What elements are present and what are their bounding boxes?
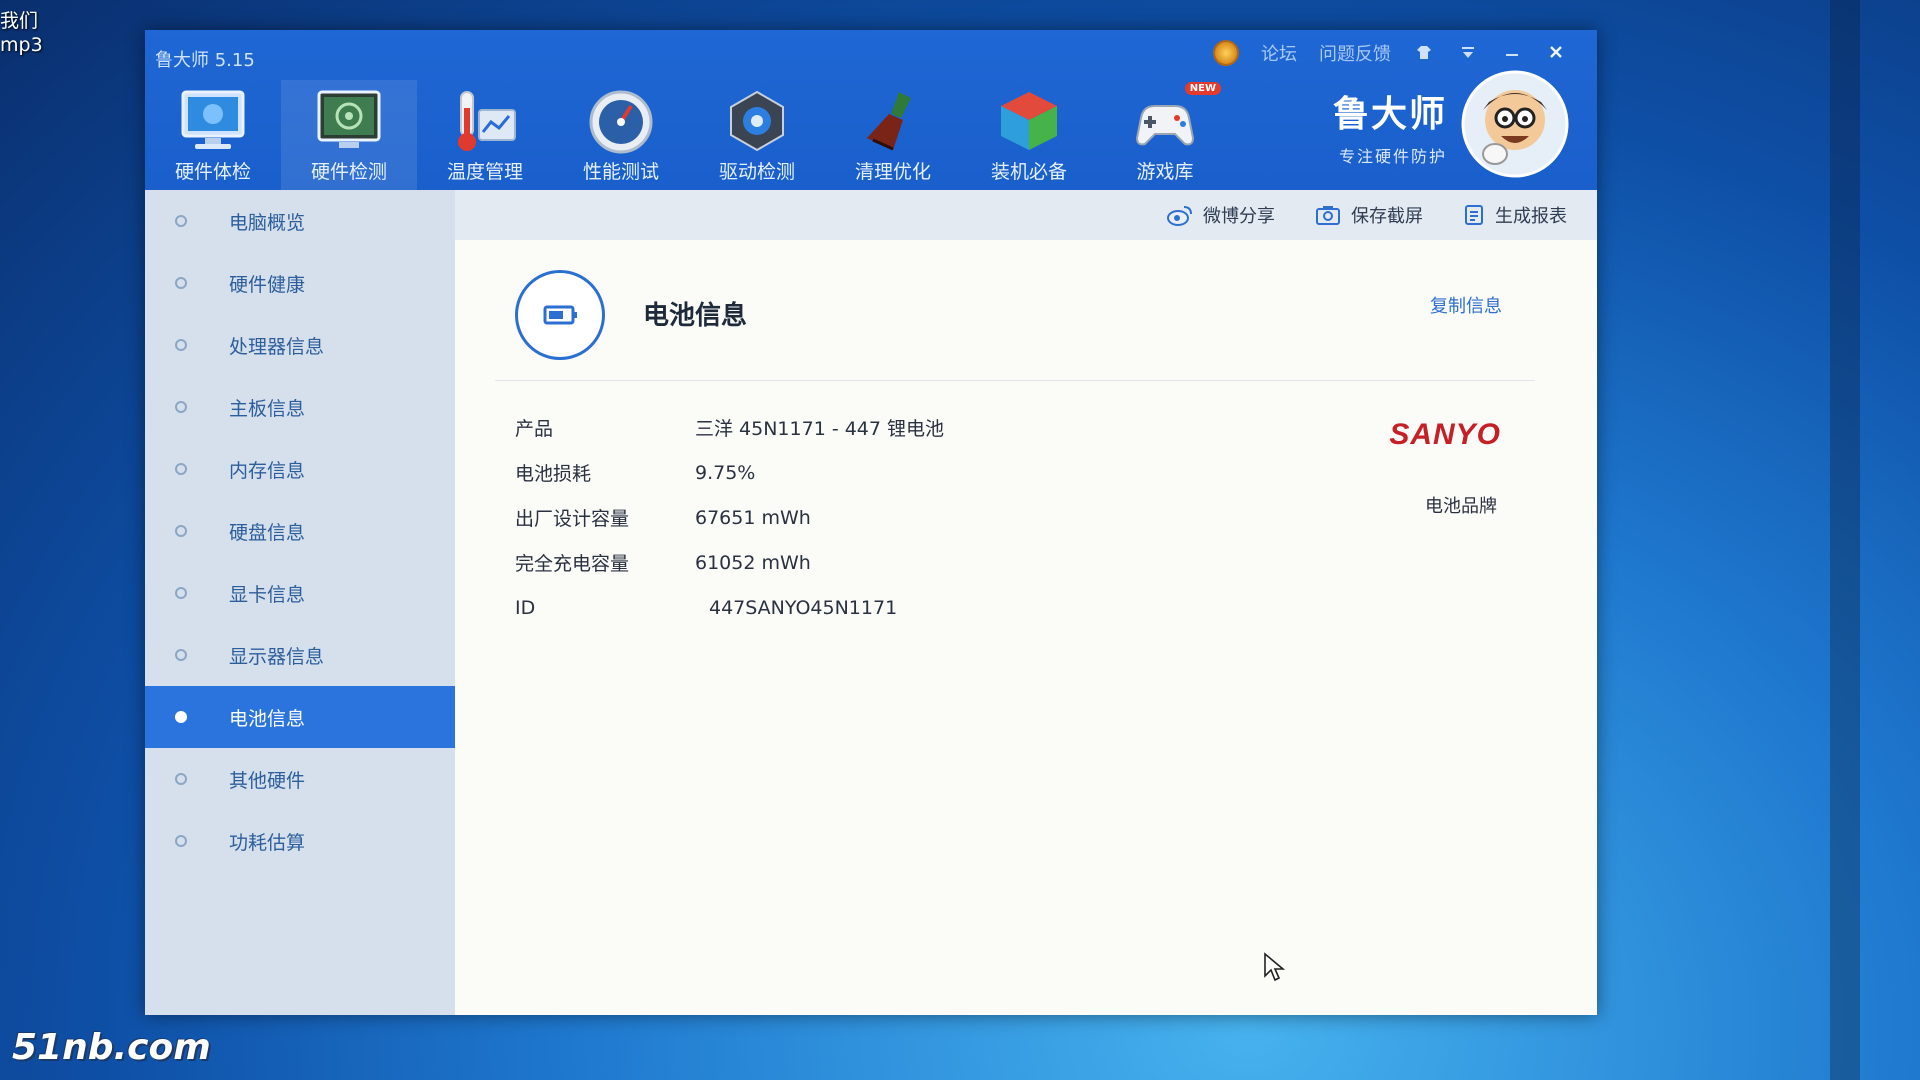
new-badge: NEW	[1184, 82, 1221, 95]
sidebar-item-health[interactable]: 硬件健康	[145, 252, 455, 314]
desktop-label[interactable]: mp3	[0, 34, 43, 56]
bullet-icon	[175, 525, 187, 537]
bullet-icon	[175, 463, 187, 475]
mascot-avatar[interactable]	[1461, 70, 1569, 178]
generate-report-button[interactable]: 生成报表	[1463, 202, 1567, 228]
main-nav: 硬件体检 硬件检测 温度管理 性能测试 驱动检测 清理优化 装机必备 NEW 游…	[145, 80, 1233, 190]
monitor-icon	[181, 90, 245, 149]
title-controls: 论坛 问题反馈	[1213, 36, 1567, 70]
section-title: 电池信息	[643, 301, 748, 331]
info-value: 67651 mWh	[695, 506, 811, 529]
mouse-cursor-icon	[1264, 952, 1285, 982]
info-value: 447SANYO45N1171	[709, 596, 898, 619]
content-toolbar: 微博分享 保存截屏 生成报表	[455, 190, 1597, 240]
info-key: ID	[515, 596, 536, 619]
info-value: 9.75%	[695, 461, 756, 484]
camera-icon	[1316, 206, 1340, 225]
battery-panel: 电池信息 复制信息 产品 三洋 45N1171 - 447 锂电池 电池损耗 9…	[455, 240, 1597, 1015]
bullet-icon	[175, 277, 187, 289]
info-key: 产品	[515, 418, 554, 440]
sidebar-item-memory[interactable]: 内存信息	[145, 438, 455, 500]
nav-clean-optimize[interactable]: 清理优化	[825, 80, 961, 190]
brand-caption: 电池品牌	[1425, 496, 1497, 517]
sidebar-item-other-hardware[interactable]: 其他硬件	[145, 748, 455, 810]
nav-driver-detect[interactable]: 驱动检测	[689, 80, 825, 190]
brand-logo: SANYO	[1389, 418, 1501, 451]
motherboard-icon	[317, 90, 381, 148]
sidebar-item-display[interactable]: 显示器信息	[145, 624, 455, 686]
battery-icon	[515, 270, 605, 360]
copy-info-link[interactable]: 复制信息	[1430, 292, 1502, 318]
nav-hardware-detect[interactable]: 硬件检测	[281, 80, 417, 190]
bullet-icon	[175, 649, 187, 661]
nav-hardware-checkup[interactable]: 硬件体检	[145, 80, 281, 190]
close-icon[interactable]	[1545, 41, 1567, 65]
nav-performance[interactable]: 性能测试	[553, 80, 689, 190]
nav-temperature[interactable]: 温度管理	[417, 80, 553, 190]
bullet-icon	[175, 339, 187, 351]
gamepad-icon	[1135, 105, 1195, 146]
sidebar-item-battery[interactable]: 电池信息	[145, 686, 455, 748]
report-icon	[1465, 205, 1483, 225]
sidebar-item-motherboard[interactable]: 主板信息	[145, 376, 455, 438]
sidebar-item-cpu[interactable]: 处理器信息	[145, 314, 455, 376]
nav-game-library[interactable]: NEW 游戏库	[1097, 80, 1233, 190]
bullet-icon	[175, 773, 187, 785]
divider	[495, 380, 1535, 381]
sidebar: 电脑概览 硬件健康 处理器信息 主板信息 内存信息 硬盘信息 显卡信息 显示器信…	[145, 190, 455, 1015]
feedback-link[interactable]: 问题反馈	[1319, 40, 1391, 66]
battery-info-table: 产品 三洋 45N1171 - 447 锂电池 电池损耗 9.75% 出厂设计容…	[515, 405, 944, 630]
info-row: 产品 三洋 45N1171 - 447 锂电池	[515, 405, 944, 450]
nav-essentials[interactable]: 装机必备	[961, 80, 1097, 190]
desktop-edge	[1830, 0, 1860, 1080]
skin-icon[interactable]	[1413, 41, 1435, 65]
app-window: 鲁大师 5.15 论坛 问题反馈 硬件体检 硬件检测 温度管理 性能测试 驱动检…	[145, 30, 1597, 1015]
bullet-icon	[175, 401, 187, 413]
speedometer-icon	[589, 90, 653, 154]
info-key: 完全充电容量	[515, 553, 630, 575]
info-row: 出厂设计容量 67651 mWh	[515, 495, 944, 540]
brand-name: 鲁大师	[1332, 94, 1447, 135]
desktop-label[interactable]: 我们	[0, 6, 38, 33]
sidebar-item-disk[interactable]: 硬盘信息	[145, 500, 455, 562]
cube-icon	[1001, 92, 1057, 150]
brand-slogan: 专注硬件防护	[1338, 147, 1447, 166]
info-row: 电池损耗 9.75%	[515, 450, 944, 495]
sidebar-item-overview[interactable]: 电脑概览	[145, 190, 455, 252]
info-row: 完全充电容量 61052 mWh	[515, 540, 944, 585]
weibo-share-button[interactable]: 微博分享	[1167, 202, 1275, 228]
bullet-icon	[175, 835, 187, 847]
bullet-icon	[175, 711, 187, 723]
info-key: 出厂设计容量	[515, 508, 630, 530]
forum-link[interactable]: 论坛	[1261, 40, 1297, 66]
sidebar-item-power-estimate[interactable]: 功耗估算	[145, 810, 455, 872]
app-title: 鲁大师 5.15	[155, 50, 255, 71]
broom-icon	[867, 92, 911, 151]
info-value: 三洋 45N1171 - 447 锂电池	[695, 418, 945, 440]
info-row: ID 447SANYO45N1171	[515, 585, 944, 630]
info-key: 电池损耗	[515, 463, 592, 485]
weibo-icon	[1167, 206, 1192, 226]
medal-icon[interactable]	[1213, 40, 1239, 66]
info-value: 61052 mWh	[695, 551, 811, 574]
gear-icon	[730, 90, 784, 152]
thermometer-icon	[458, 91, 516, 151]
watermark: 51nb.com	[12, 1027, 211, 1068]
sidebar-item-gpu[interactable]: 显卡信息	[145, 562, 455, 624]
top-bar: 鲁大师 5.15 论坛 问题反馈 硬件体检 硬件检测 温度管理 性能测试 驱动检…	[145, 30, 1597, 190]
brand-block: 鲁大师 专注硬件防护	[1307, 85, 1447, 167]
menu-icon[interactable]	[1457, 41, 1479, 65]
save-screenshot-button[interactable]: 保存截屏	[1315, 202, 1423, 228]
minimize-icon[interactable]	[1501, 41, 1523, 65]
bullet-icon	[175, 587, 187, 599]
bullet-icon	[175, 215, 187, 227]
